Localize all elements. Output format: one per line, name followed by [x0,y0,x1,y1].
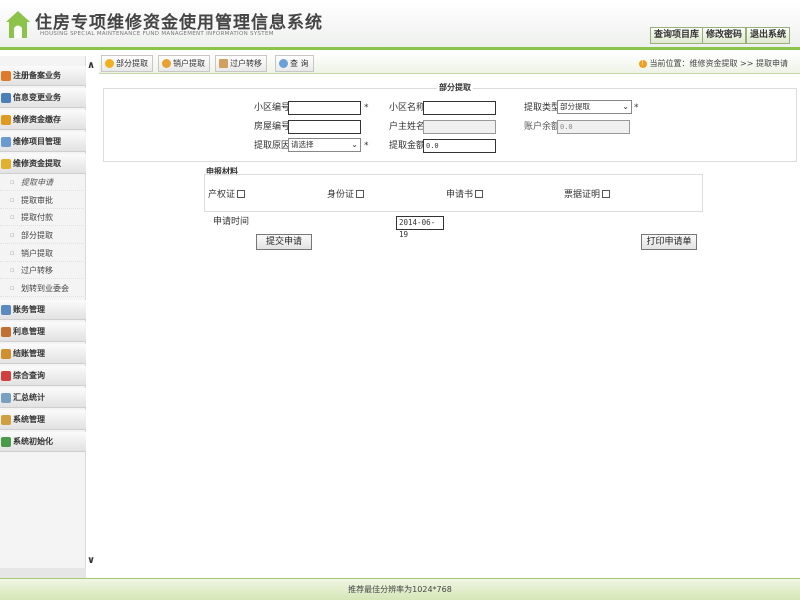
apply-date-input[interactable]: 2014-06-19 [396,216,444,239]
scroll-up-icon[interactable]: ∧ [87,60,95,71]
system-icon [1,415,11,425]
query-icon [1,371,11,381]
scroll-down-icon[interactable]: ∨ [87,555,95,566]
community-name-label: 小区名称 [389,103,426,113]
transfer-icon [219,59,228,68]
close-account-icon [162,59,171,68]
amount-label: 提取金额 [389,141,426,151]
menu-register[interactable]: 注册备案业务 [0,66,86,86]
stats-icon [1,393,11,403]
menu-stats[interactable]: 汇总统计 [0,388,86,408]
chevron-down-icon: ⌄ [622,102,629,111]
menu-account[interactable]: 账务管理 [0,300,86,320]
reason-select[interactable]: 请选择 ⌄ [288,138,361,152]
submenu-to-committee[interactable]: 划转到业委会 [0,280,86,297]
breadcrumb: ! 当前位置：维修资金提取 >> 提取申请 [638,58,788,69]
footer: 推荐最佳分辨率为1024*768 [0,578,800,600]
checkbox-icon[interactable] [237,190,246,198]
amount-input[interactable]: 0.0 [423,139,496,153]
project-icon [1,137,11,147]
checkbox-icon[interactable] [356,190,365,198]
owner-name-label: 户主姓名 [389,122,426,132]
tab-partial-extract[interactable]: 部分提取 [101,55,153,72]
interest-icon [1,327,11,337]
section-title: 部分提取 [437,82,473,93]
required-mark: * [364,141,369,151]
menu-deposit[interactable]: 维修资金缴存 [0,110,86,130]
menu-interest[interactable]: 利息管理 [0,322,86,342]
menu-init[interactable]: 系统初始化 [0,432,86,452]
extract-type-select[interactable]: 部分提取 ⌄ [557,100,632,114]
tab-query[interactable]: 查 询 [275,55,314,72]
info-icon: ! [638,59,647,68]
balance-input[interactable]: 0.0 [557,120,630,134]
print-button[interactable]: 打印申请单 [641,234,697,250]
reason-label: 提取原因 [254,141,291,151]
submenu-transfer[interactable]: 过户转移 [0,262,86,279]
partial-icon [105,59,114,68]
submenu-extract-apply[interactable]: 提取申请 [0,174,86,191]
community-name-input[interactable] [423,101,496,115]
menu-info-change[interactable]: 信息变更业务 [0,88,86,108]
init-icon [1,437,11,447]
checkbox-icon[interactable] [475,190,484,198]
info-change-icon [1,93,11,103]
tab-close-account[interactable]: 销户提取 [158,55,210,72]
required-mark: * [634,103,639,113]
tab-bar: 部分提取 销户提取 过户转移 查 询 ! 当前位置：维修资金提取 >> 提取申请 [99,53,800,74]
apply-date-label: 申请时间 [213,217,250,227]
deposit-icon [1,115,11,125]
community-code-label: 小区编号 [254,103,291,113]
required-mark: * [364,103,369,113]
settle-icon [1,349,11,359]
sidebar: 注册备案业务 信息变更业务 维修资金缴存 维修项目管理 维修资金提取 提取申请 … [0,56,86,578]
house-code-label: 房屋编号 [254,122,291,132]
balance-label: 账户余额 [524,122,561,132]
logout-button[interactable]: 退出系统 [746,27,791,44]
material-id-card[interactable]: 身份证 [327,187,365,200]
material-receipt[interactable]: 票据证明 [564,187,611,200]
checkbox-icon[interactable] [602,190,611,198]
menu-query[interactable]: 综合查询 [0,366,86,386]
tab-transfer[interactable]: 过户转移 [215,55,267,72]
community-code-input[interactable] [288,101,361,115]
submenu-partial-extract[interactable]: 部分提取 [0,227,86,244]
submenu-extract-approve[interactable]: 提取审批 [0,192,86,209]
menu-withdraw[interactable]: 维修资金提取 [0,154,86,174]
submenu-close-account[interactable]: 销户提取 [0,245,86,262]
extract-type-label: 提取类型 [524,103,561,113]
submit-button[interactable]: 提交申请 [256,234,312,250]
material-application[interactable]: 申请书 [446,187,484,200]
header: 住房专项维修资金使用管理信息系统 HOUSING SPECIAL MAINTEN… [0,0,800,50]
query-project-button[interactable]: 查询项目库 [650,27,704,44]
owner-name-input[interactable] [423,120,496,134]
menu-system[interactable]: 系统管理 [0,410,86,430]
submenu-extract-pay[interactable]: 提取付款 [0,209,86,226]
register-icon [1,71,11,81]
menu-settle[interactable]: 结账管理 [0,344,86,364]
menu-project[interactable]: 维修项目管理 [0,132,86,152]
account-icon [1,305,11,315]
house-code-input[interactable] [288,120,361,134]
sidebar-scrollbar[interactable] [0,568,86,578]
material-property-cert[interactable]: 产权证 [208,187,246,200]
withdraw-icon [1,159,11,169]
search-icon [279,59,288,68]
app-title: 住房专项维修资金使用管理信息系统 [35,13,323,33]
chevron-down-icon: ⌄ [351,140,358,149]
logo-icon [6,11,30,38]
app-subtitle: HOUSING SPECIAL MAINTENANCE FUND MANAGEM… [40,31,274,37]
change-password-button[interactable]: 修改密码 [702,27,747,44]
